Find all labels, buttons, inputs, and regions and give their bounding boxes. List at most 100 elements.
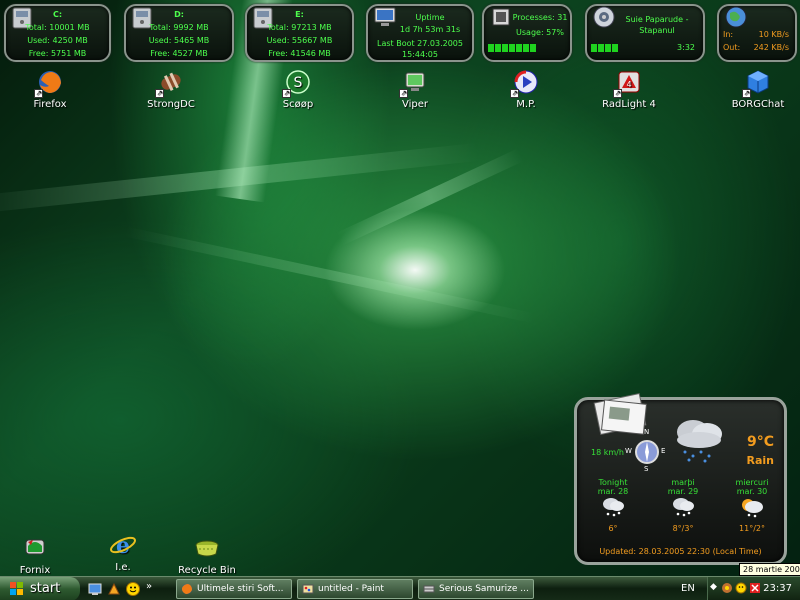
bar-segment [509,44,515,52]
weather-updated: Updated: 28.03.2005 22:30 (Local Time) [599,547,762,556]
forecast-date: mar. 30 [736,487,768,496]
drive-letter: E: [295,10,304,19]
last-boot-date: Last Boot 27.03.2005 [377,39,463,48]
language-indicator[interactable]: EN [681,577,695,600]
clock[interactable]: 23:37 [763,577,792,600]
taskbar-button-paint[interactable]: untitled - Paint [297,579,413,599]
forecast-day: Tonight mar. 28 6° [583,478,643,533]
drive-total: Total: 10001 MB [25,23,90,32]
current-condition: Rain [746,454,775,467]
fornix-icon [21,534,49,562]
drive-e-widget: E: Total: 97213 MB Used: 55667 MB Free: … [245,4,354,62]
winamp-icon[interactable] [106,581,122,597]
desktop-icon-label: RadLight 4 [602,99,656,110]
forecast-date: mar. 29 [667,487,699,496]
taskbar-button-samurize[interactable]: Serious Samurize ... [418,579,534,599]
compass-s: S [644,465,649,473]
cpu-widget: Processes: 31 Usage: 57% [482,4,572,62]
antivirus-tray-icon[interactable] [749,582,761,594]
show-desktop-icon[interactable] [87,581,103,597]
drive-c-widget: C: Total: 10001 MB Used: 4250 MB Free: 5… [4,4,111,62]
forecast-temp: 11°/2° [739,524,765,533]
network-tray-icon[interactable] [721,582,733,594]
drive-used: Used: 4250 MB [27,36,88,45]
firefox-icon [182,584,192,594]
messenger-smiley-icon[interactable] [125,581,141,597]
desktop-icon-label: M.P. [516,99,536,110]
last-boot-time: 15:44:05 [402,50,438,59]
cpu-usage: Usage: 57% [516,28,564,37]
media-player-icon: ↗ [510,68,540,98]
desktop-icon-label: Scøøp [282,99,314,110]
desktop-icon-scoop[interactable]: S ↗ Scøøp [258,68,338,110]
uptime-value: 1d 7h 53m 31s [399,25,461,34]
radlight-icon: 4 ↗ [613,68,643,98]
scoop-icon: S ↗ [282,68,312,98]
desktop-icon-viper[interactable]: ↗ Viper [375,68,455,110]
svg-text:S: S [294,75,303,91]
snow-cloud-icon [673,498,694,517]
desktop-icon-recycle-bin[interactable]: Recycle Bin [167,534,247,576]
compass-e: E [661,447,666,455]
drive-free: Free: 5751 MB [28,49,87,58]
current-temperature: 9°C [746,434,774,450]
date-tooltip: 28 martie 2005 [739,563,800,576]
strongdc-icon: ↗ [155,68,185,98]
desktop-icon-firefox[interactable]: ↗ Firefox [10,68,90,110]
desktop-icon-fornix[interactable]: Fornix [0,534,75,576]
firefox-icon: ↗ [34,68,64,98]
forecast-day: marþi mar. 29 8°/3° [653,478,713,533]
desktop-icon-mp[interactable]: ↗ M.P. [486,68,566,110]
forecast-day-name: marþi [671,478,695,487]
viper-icon: ↗ [399,68,429,98]
start-label: start [30,581,61,596]
rain-cloud-icon [677,420,722,463]
drive-letter: D: [174,10,184,19]
desktop-icon-label: Recycle Bin [178,565,236,576]
system-tray: ◆ 23:37 [707,577,800,600]
messenger-tray-icon[interactable] [735,582,747,594]
desktop-icon-label: StrongDC [147,99,195,110]
forecast-day-name: miercuri [735,478,769,487]
net-out-value: 242 KB/s [753,43,789,52]
track-time: 3:32 [677,43,695,52]
desktop-icon-label: Firefox [33,99,67,110]
desktop-icon-label: I.e. [115,562,131,573]
track-artist: Stapanul [639,26,675,35]
forecast-day: miercuri mar. 30 11°/2° [722,478,782,533]
globe-icon [725,6,747,28]
taskbar-button-firefox[interactable]: Ultimele stiri Soft... [176,579,292,599]
svg-text:e: e [116,533,130,559]
forecast-date: mar. 28 [597,487,629,496]
desktop-icon-label: Viper [401,99,428,110]
forecast-temp: 8°/3° [672,524,694,533]
desktop-icon-strongdc[interactable]: ↗ StrongDC [131,68,211,110]
drive-total: Total: 9992 MB [149,23,209,32]
drive-letter: C: [52,10,63,19]
desktop-icon-radlight[interactable]: 4 ↗ RadLight 4 [589,68,669,110]
quick-launch-expand-icon[interactable]: » [146,581,162,597]
uptime-title: Uptime [415,13,445,22]
internet-explorer-icon: e [109,531,137,559]
bar-segment [488,44,494,52]
desktop-icon-ie[interactable]: e I.e. [83,531,163,573]
tray-expand-icon[interactable]: ◆ [710,582,720,594]
task-label: untitled - Paint [318,584,384,594]
start-button[interactable]: start [0,577,80,600]
paint-icon [302,584,314,594]
drive-free: Free: 41546 MB [268,49,331,58]
sun-snow-icon [742,499,763,518]
track-title: Suie Paparude - [625,15,689,24]
bar-segment [523,44,529,52]
forecast-temp: 6° [608,524,618,533]
compass-w: W [625,447,632,455]
drive-used: Used: 55667 MB [266,36,333,45]
desktop-icon-label: BORGChat [731,99,785,110]
desktop-icon-borgchat[interactable]: ↗ BORGChat [718,68,798,110]
cpu-usage-bar [488,44,537,52]
bar-segment [495,44,501,52]
drive-free: Free: 4527 MB [150,49,208,58]
wind-speed: 18 km/h [591,448,624,457]
forecast-day-name: Tonight [598,478,628,487]
task-label: Ultimele stiri Soft... [197,584,284,594]
